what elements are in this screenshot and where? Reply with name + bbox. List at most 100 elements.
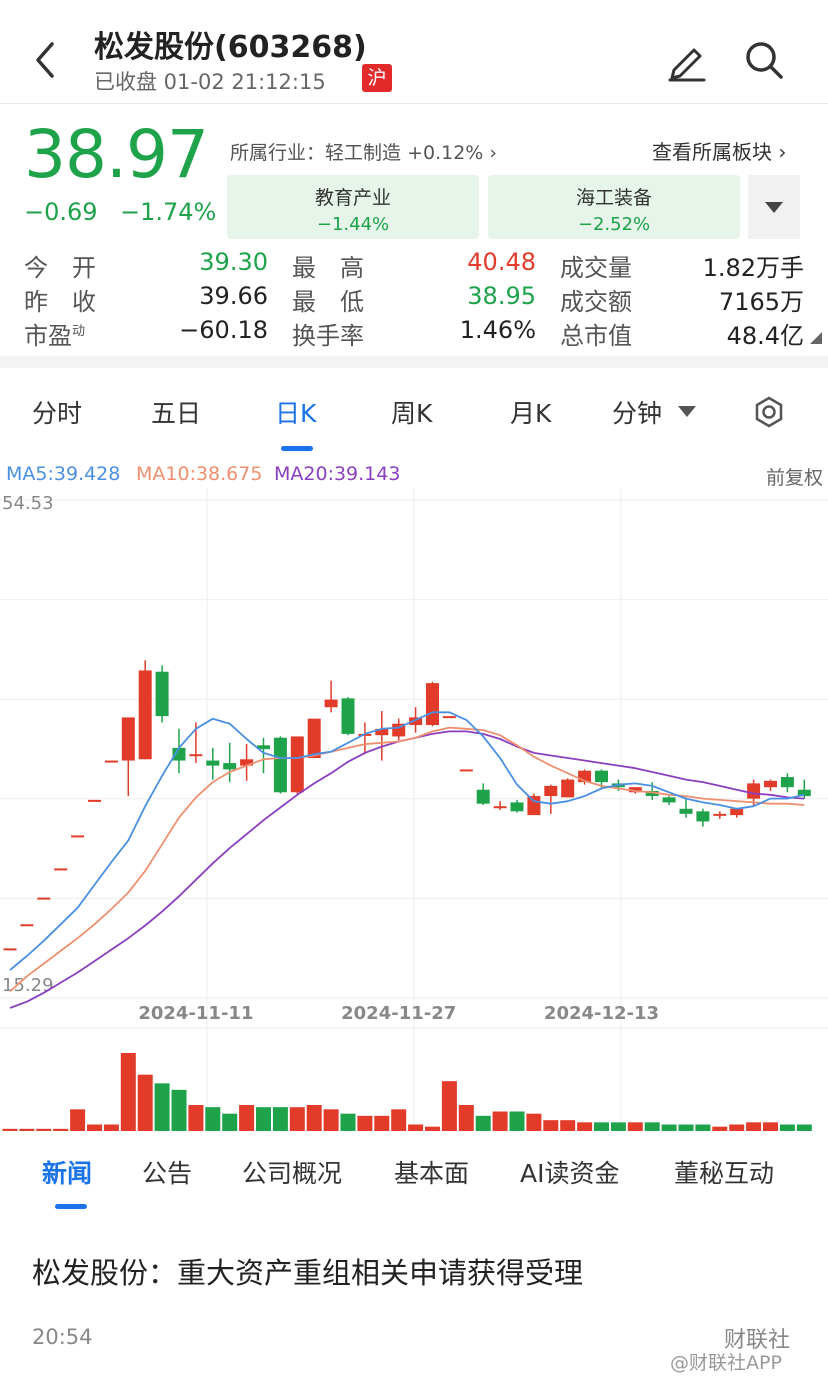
volume-bar bbox=[53, 1128, 69, 1131]
market-status: 已收盘 01-02 21:12:15 bbox=[94, 70, 326, 94]
volume-bar bbox=[577, 1122, 593, 1131]
stat-label: 总市值 bbox=[560, 322, 632, 350]
volume-bar bbox=[746, 1122, 762, 1131]
app-header: 松发股份(603268) 已收盘 01-02 21:12:15 沪 bbox=[0, 0, 828, 104]
sector-name: 教育产业 bbox=[314, 187, 391, 209]
volume-bar bbox=[239, 1105, 255, 1131]
ma10-line bbox=[9, 726, 805, 993]
tab-company-profile[interactable]: 公司概况 bbox=[242, 1154, 342, 1190]
tab-intraday[interactable]: 分时 bbox=[32, 394, 82, 430]
exchange-badge: 沪 bbox=[362, 64, 392, 92]
volume-bar bbox=[644, 1122, 660, 1131]
volume-bar bbox=[289, 1107, 305, 1131]
adjust-mode-label[interactable]: 前复权 bbox=[766, 463, 823, 490]
volume-bar bbox=[796, 1124, 812, 1131]
watermark: @财联社APP bbox=[670, 1352, 782, 1374]
tab-daily-k[interactable]: 日K bbox=[275, 394, 316, 430]
volume-bar bbox=[222, 1113, 238, 1131]
stat-label: 换手率 bbox=[292, 322, 364, 350]
volume-bar bbox=[205, 1107, 221, 1131]
sector-card[interactable]: 教育产业 −1.44% bbox=[227, 175, 479, 239]
volume-bar bbox=[323, 1109, 339, 1131]
stat-label: 昨 收 bbox=[24, 288, 96, 316]
volume-bar bbox=[171, 1089, 187, 1131]
caret-down-icon bbox=[678, 406, 696, 417]
tab-announcements[interactable]: 公告 bbox=[142, 1154, 192, 1190]
x-axis-date-label: 2024-12-13 bbox=[544, 1003, 659, 1024]
volume-bar bbox=[610, 1122, 626, 1131]
tab-ai-funds[interactable]: AI读资金 bbox=[520, 1154, 619, 1190]
candle-body bbox=[764, 780, 777, 788]
candle-body bbox=[696, 811, 710, 822]
tab-fundamentals[interactable]: 基本面 bbox=[394, 1154, 469, 1190]
news-headline[interactable]: 松发股份：重大资产重组相关申请获得受理 bbox=[32, 1250, 583, 1292]
view-sector-link[interactable]: 查看所属板块 › bbox=[652, 136, 786, 165]
candle-body bbox=[3, 948, 17, 951]
stat-label: 成交量 bbox=[560, 254, 632, 282]
candle-body bbox=[679, 808, 693, 814]
volume-bar bbox=[712, 1126, 728, 1131]
stat-pe: −60.18 bbox=[179, 316, 268, 344]
volume-bar bbox=[475, 1115, 491, 1131]
volume-bar bbox=[594, 1122, 609, 1131]
tab-secretary-qa[interactable]: 董秘互动 bbox=[674, 1154, 774, 1190]
volume-bar bbox=[306, 1105, 322, 1131]
candle-body bbox=[223, 763, 237, 770]
volume-bar bbox=[492, 1111, 508, 1131]
price-change-pct: −1.74% bbox=[120, 198, 217, 226]
candle-body bbox=[121, 717, 135, 761]
active-tab-indicator bbox=[281, 446, 313, 451]
news-time: 20:54 bbox=[32, 1325, 93, 1349]
section-divider bbox=[0, 356, 828, 368]
back-icon[interactable] bbox=[30, 40, 60, 80]
candle-body bbox=[155, 671, 169, 717]
tab-news[interactable]: 新闻 bbox=[42, 1154, 92, 1190]
chevron-right-icon: › bbox=[772, 140, 787, 164]
edit-icon[interactable] bbox=[666, 40, 708, 82]
candle-body bbox=[662, 797, 676, 803]
corner-triangle-icon[interactable] bbox=[810, 332, 822, 344]
volume-bar bbox=[526, 1113, 542, 1131]
candle-body bbox=[442, 716, 456, 719]
volume-bar bbox=[729, 1124, 745, 1131]
volume-bar bbox=[678, 1124, 694, 1131]
volume-bar bbox=[2, 1128, 18, 1131]
tab-five-day[interactable]: 五日 bbox=[151, 394, 201, 430]
volume-bar bbox=[36, 1128, 52, 1131]
volume-bar bbox=[374, 1115, 390, 1131]
stat-label: 最 低 bbox=[292, 288, 364, 316]
stat-label: 成交额 bbox=[560, 288, 632, 316]
sector-expand-button[interactable] bbox=[748, 175, 800, 239]
stat-open: 39.30 bbox=[199, 248, 268, 276]
ma5-legend: MA5:39.428 bbox=[6, 463, 121, 485]
x-axis-date-label: 2024-11-27 bbox=[341, 1003, 456, 1024]
candle-body bbox=[104, 760, 118, 763]
candle-body bbox=[493, 806, 507, 809]
search-icon[interactable] bbox=[744, 40, 784, 80]
active-news-tab-indicator bbox=[55, 1204, 87, 1209]
sector-card[interactable]: 海工装备 −2.52% bbox=[488, 175, 740, 239]
volume-bar bbox=[103, 1124, 119, 1131]
candle-body bbox=[341, 698, 355, 734]
stat-pe-label: 市盈 bbox=[24, 322, 72, 350]
price-change: −0.69 bbox=[24, 198, 98, 226]
tab-monthly-k[interactable]: 月K bbox=[510, 394, 551, 430]
ma20-line bbox=[9, 730, 805, 1009]
tab-minute[interactable]: 分钟 bbox=[612, 394, 662, 430]
volume-bar bbox=[779, 1124, 795, 1131]
candle-body bbox=[54, 868, 68, 871]
industry-link[interactable]: 所属行业：轻工制造 +0.12% › bbox=[230, 138, 497, 165]
candle-body bbox=[459, 769, 473, 772]
settings-icon[interactable] bbox=[752, 395, 786, 429]
volume-bar bbox=[425, 1126, 440, 1131]
volume-bar bbox=[441, 1081, 457, 1131]
candle-body bbox=[273, 737, 287, 793]
candle-body bbox=[189, 754, 203, 757]
tab-weekly-k[interactable]: 周K bbox=[391, 394, 432, 430]
stat-turnover-amount: 7165万 bbox=[718, 288, 804, 316]
kline-chart[interactable]: 54.53 15.29 2024-11-11 2024-11-27 2024-12-13 bbox=[0, 488, 828, 1032]
candle-body bbox=[747, 783, 761, 799]
stat-market-cap: 48.4亿 bbox=[726, 322, 804, 350]
volume-bar bbox=[458, 1105, 474, 1131]
volume-bar bbox=[357, 1115, 373, 1131]
